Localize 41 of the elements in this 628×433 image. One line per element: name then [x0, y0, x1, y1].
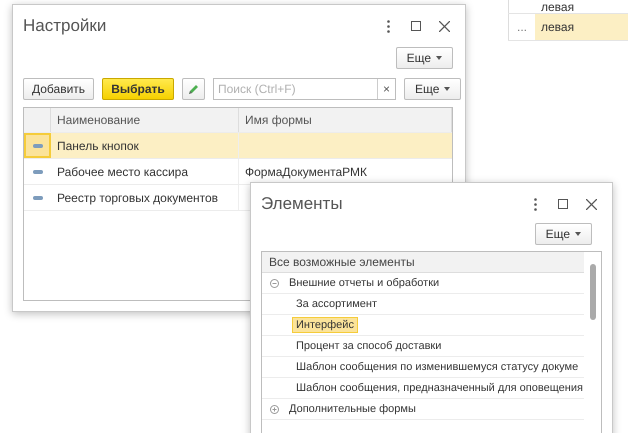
search-field[interactable]: Поиск (Ctrl+F) ×: [213, 78, 396, 100]
expand-icon[interactable]: [270, 404, 279, 414]
tree-group[interactable]: Дополнительные формы: [285, 401, 420, 417]
more-button[interactable]: Еще: [534, 223, 592, 245]
table-cell: Панель кнопок: [57, 138, 139, 152]
ellipsis-button[interactable]: ...: [516, 20, 527, 34]
tree-item[interactable]: Шаблон сообщения по изменившемуся статусу докуме: [292, 359, 582, 375]
collapse-icon[interactable]: [270, 278, 279, 288]
item-icon: [32, 196, 42, 200]
add-button[interactable]: Добавить: [23, 78, 94, 100]
more-button[interactable]: Еще: [396, 47, 453, 69]
more-options-icon[interactable]: [534, 198, 536, 210]
table-cell: ФормаДокументаРМК: [245, 164, 368, 178]
maximize-icon[interactable]: [558, 199, 568, 209]
tree-group[interactable]: Внешние отчеты и обработки: [285, 275, 444, 291]
tree-item[interactable]: Процент за способ доставки: [292, 338, 446, 354]
window-title: Элементы: [261, 194, 344, 214]
edit-button[interactable]: [182, 78, 205, 100]
close-icon[interactable]: [438, 20, 450, 32]
caret-icon: [444, 87, 450, 91]
list-header: Все возможные элементы: [262, 252, 584, 273]
caret-icon: [436, 56, 442, 60]
pencil-icon: [188, 84, 199, 94]
maximize-icon[interactable]: [411, 21, 421, 31]
more-button[interactable]: Еще: [404, 78, 462, 100]
window-title: Настройки: [23, 16, 108, 36]
column-header[interactable]: Наименование: [51, 108, 239, 132]
caret-icon: [575, 232, 581, 236]
select-button[interactable]: Выбрать: [102, 78, 174, 100]
column-header[interactable]: Имя формы: [239, 108, 452, 132]
item-icon: [32, 170, 42, 174]
table-cell: Рабочее место кассира: [57, 164, 188, 178]
tree-item[interactable]: Интерфейс: [292, 317, 358, 333]
more-options-icon[interactable]: [386, 20, 390, 32]
table-cell: Реестр торговых документов: [57, 190, 218, 204]
table-cell: левая: [535, 14, 628, 40]
item-icon: [32, 144, 42, 148]
tree-item[interactable]: Шаблон сообщения, предназначенный для оповещения: [292, 380, 587, 396]
tree-item[interactable]: За ассортимент: [292, 296, 382, 312]
table-cell-text: левая: [540, 0, 576, 13]
close-icon[interactable]: [586, 198, 596, 210]
